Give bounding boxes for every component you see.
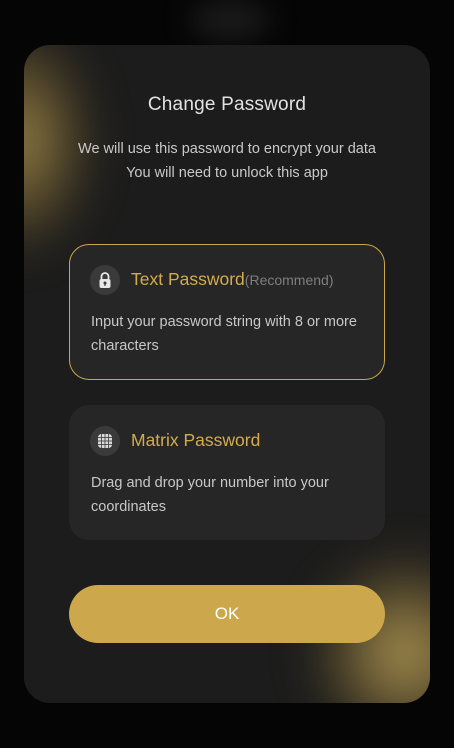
subtitle-line: We will use this password to encrypt you… bbox=[78, 141, 376, 157]
option-description: Drag and drop your number into your coor… bbox=[91, 475, 329, 515]
backdrop bbox=[190, 0, 270, 40]
lock-icon bbox=[90, 265, 120, 295]
grid-icon bbox=[90, 426, 120, 456]
text-password-option[interactable]: Text Password(Recommend) Input your pass… bbox=[69, 244, 385, 380]
recommend-badge: (Recommend) bbox=[244, 272, 334, 288]
subtitle-line: You will need to unlock this app bbox=[126, 165, 328, 181]
ok-button[interactable]: OK bbox=[69, 585, 385, 643]
option-title: Text Password(Recommend) bbox=[131, 269, 334, 290]
change-password-dialog: Change Password We will use this passwor… bbox=[24, 45, 430, 703]
option-title-text: Text Password bbox=[131, 269, 245, 289]
option-description: Input your password string with 8 or mor… bbox=[91, 314, 357, 354]
matrix-password-option[interactable]: Matrix Password Drag and drop your numbe… bbox=[69, 405, 385, 540]
option-title: Matrix Password bbox=[131, 430, 261, 450]
dialog-title: Change Password bbox=[147, 94, 307, 115]
dialog-subtitle: We will use this password to encrypt you… bbox=[64, 137, 390, 185]
